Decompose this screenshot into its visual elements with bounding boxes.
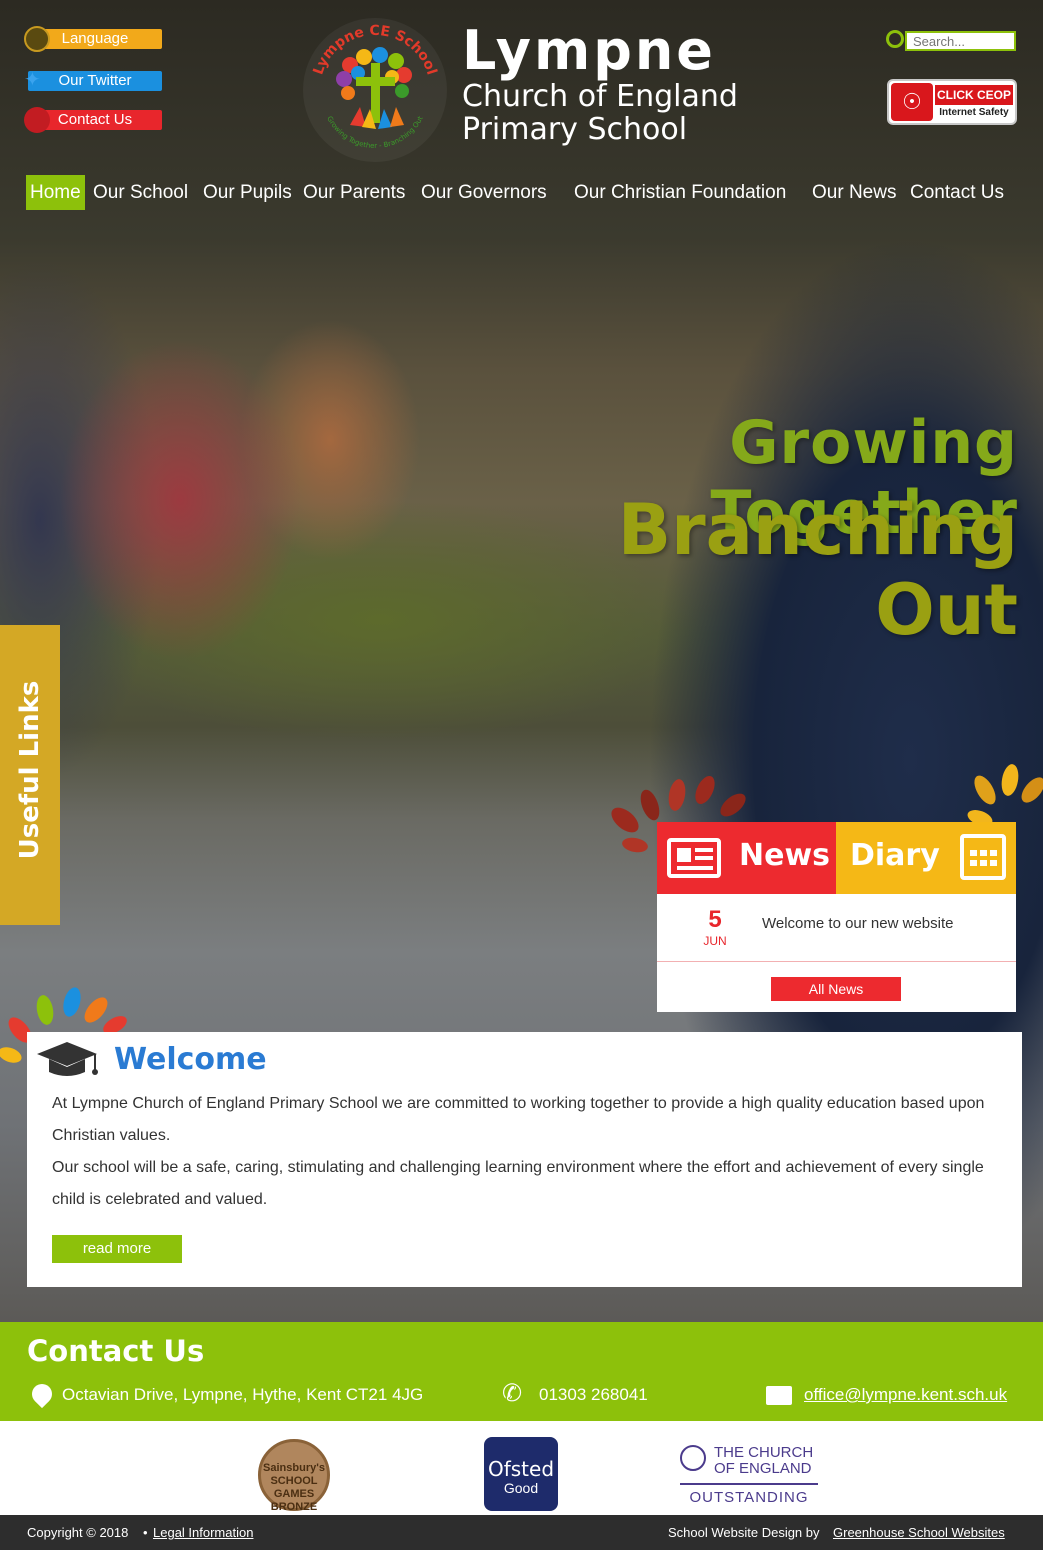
search-input[interactable] [905,31,1016,51]
search-icon[interactable] [886,30,904,48]
school-name: Lympne [462,19,716,82]
church-of-england-badge[interactable]: THE CHURCH OF ENGLAND OUTSTANDING [680,1443,818,1507]
contact-label: Contact Us [57,111,133,128]
nav-our-christian-foundation[interactable]: Our Christian Foundation [570,175,790,210]
ofsted-label: Ofsted [487,1457,555,1481]
ceop-sublabel: Internet Safety [939,107,1009,118]
useful-links-tab[interactable]: Useful Links [0,625,60,925]
nav-our-pupils[interactable]: Our Pupils [199,175,296,210]
nav-contact-us[interactable]: Contact Us [906,175,1008,210]
church-cross-icon [680,1445,706,1471]
globe-icon [24,26,50,52]
nav-our-governors[interactable]: Our Governors [417,175,551,210]
news-widget: News Diary 5 JUN Welcome to our new webs… [657,822,1016,1012]
games-badge-line1: Sainsbury's [263,1462,325,1474]
legal-information-link[interactable]: Legal Information [153,1525,253,1540]
site-footer: Copyright © 2018 • Legal Information Sch… [0,1515,1043,1550]
welcome-paragraph-1: At Lympne Church of England Primary Scho… [52,1095,985,1144]
read-more-button[interactable]: read more [52,1235,182,1263]
school-subtitle: Church of England Primary School [462,80,738,146]
ofsted-rating: Good [503,1480,539,1496]
news-date-day: 5 [708,906,722,933]
nav-our-school[interactable]: Our School [89,175,192,210]
games-badge-line3: BRONZE [270,1501,318,1513]
hero-tagline-2: Branching Out [617,489,1018,651]
ceop-label: CLICK CEOP [935,85,1013,105]
greenhouse-link[interactable]: Greenhouse School Websites [833,1525,1005,1540]
welcome-panel: Welcome At Lympne Church of England Prim… [27,1032,1022,1287]
tab-news-label: News [739,838,831,873]
tab-news[interactable]: News [657,822,836,894]
calendar-icon [960,834,1006,880]
contact-title: Contact Us [27,1334,205,1368]
tab-diary[interactable]: Diary [836,822,1016,894]
contact-bar: Contact Us Octavian Drive, Lympne, Hythe… [0,1322,1043,1421]
coe-divider [680,1483,818,1485]
envelope-icon [766,1386,792,1405]
nav-home[interactable]: Home [26,175,85,210]
footer-bullet: • [143,1525,148,1540]
news-date-month: JUN [703,934,727,948]
ceop-button[interactable]: ☉ CLICK CEOP Internet Safety [887,79,1017,125]
twitter-label: Our Twitter [58,72,132,89]
copyright-text: Copyright © 2018 [27,1525,129,1540]
welcome-paragraph-2: Our school will be a safe, caring, stimu… [52,1159,984,1208]
news-divider [657,961,1016,962]
nav-our-parents[interactable]: Our Parents [299,175,409,210]
all-news-button[interactable]: All News [771,977,901,1001]
tab-diary-label: Diary [850,838,940,873]
accreditation-logos: Sainsbury's SCHOOL GAMES BRONZE Ofsted G… [0,1421,1043,1515]
graduation-cap-icon [37,1042,98,1076]
school-games-bronze-badge[interactable]: Sainsbury's SCHOOL GAMES BRONZE [258,1439,330,1513]
ofsted-good-badge[interactable]: Ofsted Good [484,1437,558,1511]
news-item-title[interactable]: Welcome to our new website [762,915,953,932]
ceop-eye-icon: ☉ [891,83,933,121]
contact-email-link[interactable]: office@lympne.kent.sch.uk [804,1385,1007,1405]
nav-our-news[interactable]: Our News [808,175,900,210]
hero-banner: Language ✦ Our Twitter Contact Us Lympne… [0,0,1043,1322]
school-subtitle-line2: Primary School [462,112,688,147]
design-credit-text: School Website Design by [668,1525,820,1540]
contact-address: Octavian Drive, Lympne, Hythe, Kent CT21… [62,1385,424,1404]
coe-rating: OUTSTANDING [689,1489,809,1506]
coe-line2: OF ENGLAND [714,1460,812,1477]
school-logo[interactable]: Lympne CE School Growing Together - Bran… [300,15,450,165]
games-badge-line2: SCHOOL GAMES [270,1475,318,1500]
useful-links-label: Useful Links [15,680,45,860]
school-subtitle-line1: Church of England [462,79,738,114]
contact-link[interactable]: Contact Us [24,107,162,133]
language-label: Language [61,30,129,47]
newspaper-icon [667,838,721,878]
phone-icon [24,107,50,133]
coe-line1: THE CHURCH [714,1444,814,1461]
contact-phone[interactable]: 01303 268041 [539,1385,648,1405]
twitter-bird-icon: ✦ [24,69,41,91]
phone-icon: ✆ [502,1380,523,1407]
welcome-title: Welcome [114,1042,267,1077]
location-pin-icon [27,1379,57,1409]
twitter-link[interactable]: ✦ Our Twitter [24,69,162,91]
language-link[interactable]: Language [24,26,162,52]
